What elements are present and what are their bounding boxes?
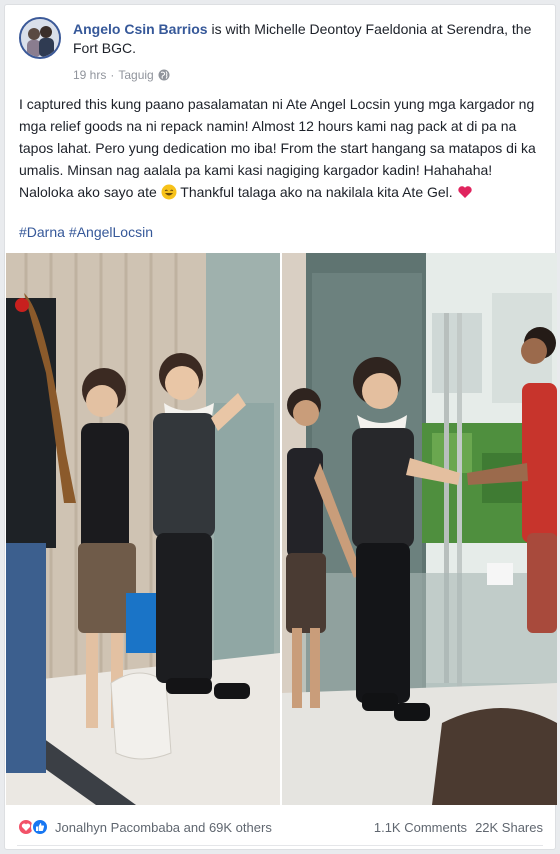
hashtag-darna[interactable]: #Darna xyxy=(19,224,65,240)
post-time[interactable]: 19 hrs xyxy=(73,68,106,82)
footer-divider xyxy=(17,845,543,846)
post-body-text-2: Thankful talaga ako na nakilala kita Ate… xyxy=(176,184,457,200)
post-body: I captured this kung paano pasalamatan n… xyxy=(19,93,547,203)
at-text: at xyxy=(427,21,447,37)
shares-count[interactable]: 22K Shares xyxy=(475,820,543,835)
comments-count[interactable]: 1.1K Comments xyxy=(374,820,467,835)
post-footer: Jonalhyn Pacombaba and 69K others 1.1K C… xyxy=(17,813,543,841)
post-meta: 19 hrs · Taguig xyxy=(73,68,170,82)
post-card: Angelo Csin Barrios is with Michelle Deo… xyxy=(4,4,557,850)
hashtag-angellocsin[interactable]: #AngelLocsin xyxy=(69,224,153,240)
hashtag-list: #Darna #AngelLocsin xyxy=(19,224,153,240)
tagged-user[interactable]: Michelle Deontoy Faeldonia xyxy=(254,21,427,37)
header-line: Angelo Csin Barrios is with Michelle Deo… xyxy=(73,20,543,58)
photo-2[interactable] xyxy=(282,253,557,805)
photo-grid xyxy=(5,253,557,809)
avatar[interactable] xyxy=(19,17,61,59)
reaction-icons[interactable] xyxy=(17,818,49,836)
like-reaction-icon[interactable] xyxy=(31,818,49,836)
post-place[interactable]: Taguig xyxy=(118,68,153,82)
photo-1-image xyxy=(6,253,280,805)
author-name[interactable]: Angelo Csin Barrios xyxy=(73,21,208,37)
globe-icon[interactable] xyxy=(158,69,170,81)
photo-2-image xyxy=(282,253,557,805)
with-text: is with xyxy=(207,21,255,37)
meta-separator: · xyxy=(110,68,115,82)
post-header: Angelo Csin Barrios is with Michelle Deo… xyxy=(19,17,543,87)
reactors-text[interactable]: Jonalhyn Pacombaba and 69K others xyxy=(55,820,272,835)
location-suffix: . xyxy=(132,40,137,56)
heart-emoji-icon xyxy=(457,184,473,200)
photo-1[interactable] xyxy=(6,253,280,805)
engagement-counts: 1.1K Comments 22K Shares xyxy=(374,820,543,835)
smile-emoji-icon xyxy=(161,184,177,200)
avatar-image xyxy=(21,19,59,57)
